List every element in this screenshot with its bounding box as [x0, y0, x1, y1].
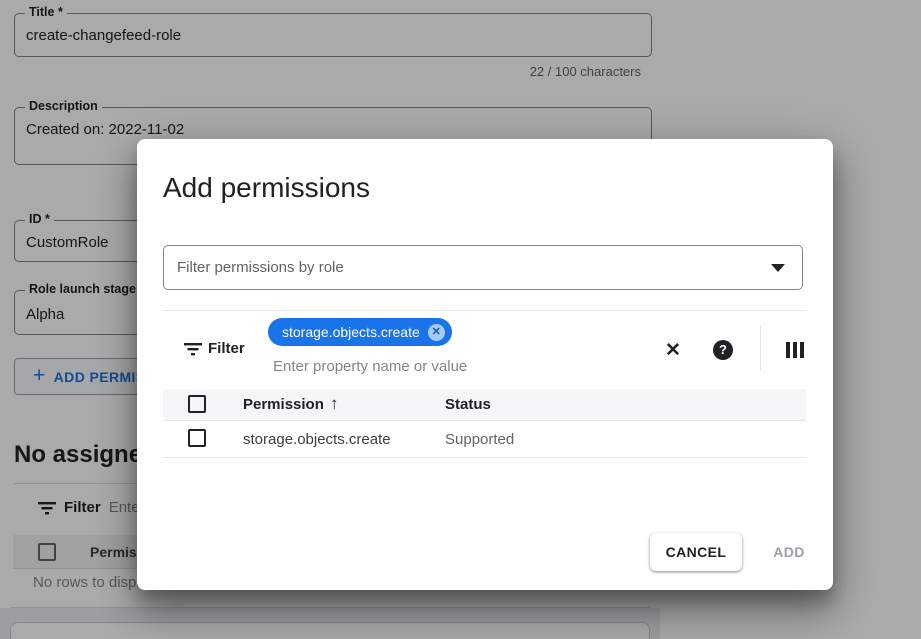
sort-ascending-icon[interactable]: ↑ [330, 394, 339, 414]
dialog-filter-group: Filter [184, 340, 245, 357]
chevron-down-icon [771, 264, 785, 272]
dialog-table-header: Permission ↑ Status [163, 389, 806, 421]
status-column-header[interactable]: Status [445, 396, 491, 413]
filter-chip-label: storage.objects.create [282, 324, 420, 340]
column-display-options-button[interactable] [783, 338, 807, 362]
add-button[interactable]: ADD [758, 533, 820, 571]
row-permission-value: storage.objects.create [243, 431, 391, 448]
dialog-filter-input[interactable]: Enter property name or value [273, 358, 467, 375]
toolbar-vertical-divider [760, 325, 761, 371]
filter-permissions-by-role-select[interactable]: Filter permissions by role [163, 245, 803, 290]
dialog-select-all-checkbox[interactable] [188, 395, 206, 413]
columns-icon [786, 342, 804, 358]
clear-filters-button[interactable]: ✕ [661, 338, 685, 362]
dialog-filter-label: Filter [208, 340, 245, 357]
filter-icon [184, 342, 202, 356]
add-permissions-dialog: Add permissions Filter permissions by ro… [137, 139, 833, 590]
clear-icon: ✕ [665, 341, 681, 360]
help-icon: ? [713, 340, 733, 360]
permission-column-header[interactable]: Permission [243, 396, 324, 413]
row-status-value: Supported [445, 431, 514, 448]
permission-table-row[interactable]: storage.objects.create Supported [163, 421, 806, 458]
row-checkbox[interactable] [188, 429, 206, 447]
cancel-button[interactable]: CANCEL [650, 533, 742, 571]
role-select-placeholder: Filter permissions by role [177, 259, 771, 276]
filter-help-button[interactable]: ? [711, 338, 735, 362]
create-role-page: Title * create-changefeed-role 22 / 100 … [0, 0, 921, 639]
filter-chip[interactable]: storage.objects.create ✕ [268, 318, 452, 346]
chip-remove-icon[interactable]: ✕ [428, 324, 445, 341]
dialog-filter-toolbar: Filter storage.objects.create ✕ Enter pr… [163, 311, 806, 388]
dialog-title: Add permissions [163, 172, 370, 204]
